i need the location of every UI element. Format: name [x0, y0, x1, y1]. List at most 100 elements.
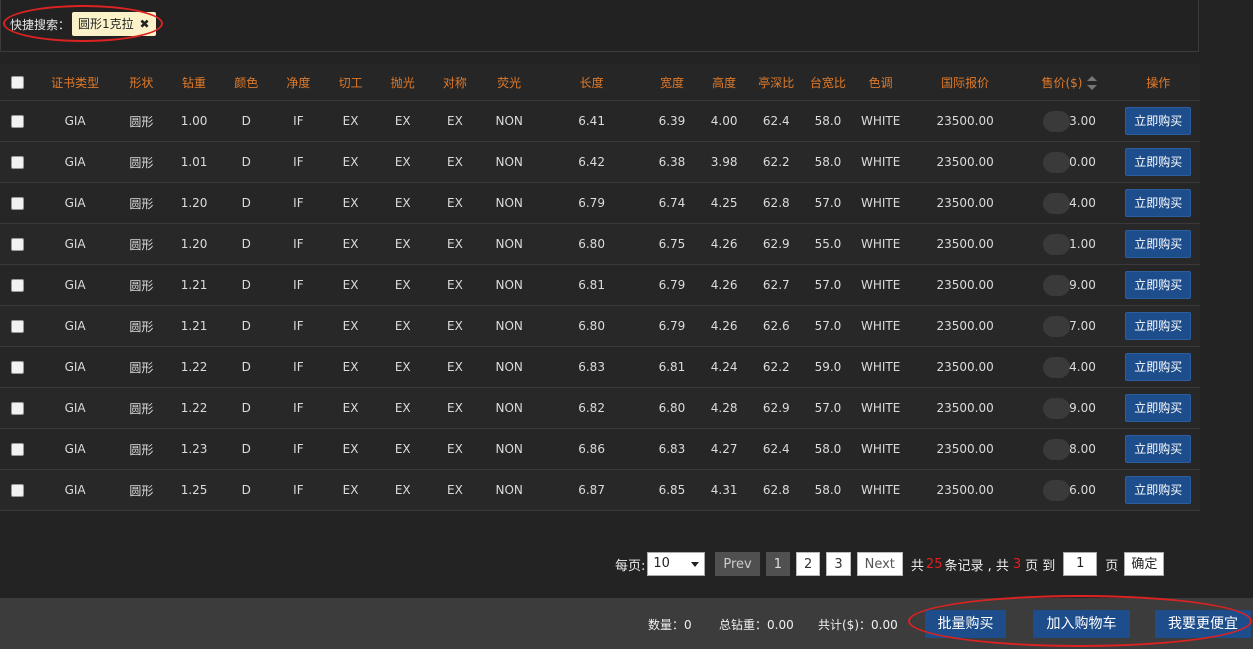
buy-now-button[interactable]: 立即购买 — [1125, 476, 1192, 504]
row-select-cell[interactable] — [0, 264, 36, 306]
header-intl-price[interactable]: 国际报价 — [907, 64, 1023, 101]
header-width[interactable]: 宽度 — [645, 64, 699, 101]
cell-cert: GIA — [35, 100, 115, 142]
confirm-button[interactable]: 确定 — [1124, 552, 1165, 576]
row-checkbox[interactable] — [11, 361, 25, 374]
row-select-cell[interactable] — [0, 100, 36, 142]
cell-cut: EX — [324, 264, 377, 306]
row-select-cell[interactable] — [0, 223, 36, 265]
page-unit: 页 — [1105, 558, 1119, 574]
cell-clarity: IF — [272, 223, 325, 265]
row-select-cell[interactable] — [0, 469, 36, 511]
cell-shape: 圆形 — [114, 305, 168, 347]
row-select-cell[interactable] — [0, 182, 36, 224]
row-checkbox[interactable] — [11, 279, 25, 292]
header-carat[interactable]: 钻重 — [167, 64, 221, 101]
buy-now-button[interactable]: 立即购买 — [1125, 312, 1192, 340]
prev-button[interactable]: Prev — [715, 552, 760, 576]
row-checkbox[interactable] — [11, 156, 25, 169]
row-checkbox[interactable] — [11, 443, 25, 456]
cell-height: 4.26 — [698, 264, 751, 306]
cell-polish: EX — [376, 305, 429, 347]
cell-width: 6.39 — [645, 100, 699, 142]
cell-table: 57.0 — [802, 182, 854, 224]
buy-now-button[interactable]: 立即购买 — [1125, 435, 1192, 463]
header-depth[interactable]: 亭深比 — [750, 64, 803, 101]
cell-symmetry: EX — [428, 264, 481, 306]
row-select-cell[interactable] — [0, 387, 36, 429]
cell-symmetry: EX — [428, 346, 481, 388]
cell-depth: 62.2 — [750, 346, 803, 388]
row-checkbox[interactable] — [11, 197, 25, 210]
header-clarity[interactable]: 净度 — [272, 64, 325, 101]
price-value: 9.00 — [1069, 400, 1096, 415]
goto-page-input[interactable]: 1 — [1063, 552, 1098, 576]
row-select-cell[interactable] — [0, 428, 36, 470]
page-button-2[interactable]: 2 — [796, 552, 821, 576]
cell-cert: GIA — [35, 223, 115, 265]
header-cut[interactable]: 切工 — [324, 64, 377, 101]
row-checkbox[interactable] — [11, 484, 25, 497]
table-row: GIA 圆形 1.22 D IF EX EX EX NON 6.83 6.81 4.24 62.2 59.… — [0, 346, 1200, 388]
table-row: GIA 圆形 1.21 D IF EX EX EX NON 6.81 6.79 4.26 62.7 57.… — [0, 264, 1200, 306]
total-records: 25 — [925, 556, 943, 572]
row-checkbox[interactable] — [11, 238, 25, 251]
total-pages: 3 — [1012, 556, 1022, 572]
page-button-3[interactable]: 3 — [826, 552, 851, 576]
row-select-cell[interactable] — [0, 346, 36, 388]
bulk-buy-button[interactable]: 批量购买 — [925, 610, 1006, 638]
cell-height: 4.27 — [698, 428, 751, 470]
buy-now-button[interactable]: 立即购买 — [1125, 189, 1192, 217]
buy-now-button[interactable]: 立即购买 — [1125, 230, 1192, 258]
price-redaction — [1043, 110, 1071, 132]
select-all-checkbox[interactable] — [11, 76, 25, 89]
cell-cert: GIA — [35, 305, 115, 347]
buy-now-button[interactable]: 立即购买 — [1125, 394, 1192, 422]
total-suffix: 页 到 — [1025, 558, 1056, 574]
header-symmetry[interactable]: 对称 — [428, 64, 481, 101]
header-length[interactable]: 长度 — [537, 64, 646, 101]
cell-polish: EX — [376, 387, 429, 429]
per-page-select[interactable]: 10 — [647, 552, 706, 576]
table-row: GIA 圆形 1.01 D IF EX EX EX NON 6.42 6.38 3.98 62.2 58.… — [0, 141, 1200, 183]
row-checkbox[interactable] — [11, 115, 25, 128]
row-checkbox[interactable] — [11, 320, 25, 333]
price-redaction — [1043, 192, 1071, 214]
header-color[interactable]: 颜色 — [220, 64, 273, 101]
buy-now-button[interactable]: 立即购买 — [1125, 353, 1192, 381]
header-cert[interactable]: 证书类型 — [35, 64, 115, 101]
cell-carat: 1.23 — [167, 428, 221, 470]
buy-now-button[interactable]: 立即购买 — [1125, 107, 1192, 135]
header-fluor[interactable]: 荧光 — [481, 64, 538, 101]
cell-cert: GIA — [35, 469, 115, 511]
row-select-cell[interactable] — [0, 305, 36, 347]
header-price-label: 售价($) — [1041, 75, 1083, 90]
header-price[interactable]: 售价($) — [1022, 64, 1117, 101]
close-icon[interactable]: ✖ — [139, 17, 149, 31]
pagination: 每页: 10 Prev 1 2 3 Next 共 25 条记录 , 共 3 页 … — [615, 551, 1165, 577]
page-button-1[interactable]: 1 — [765, 552, 791, 576]
cell-price: 8.00 — [1022, 428, 1117, 470]
header-polish[interactable]: 抛光 — [376, 64, 429, 101]
buy-now-button[interactable]: 立即购买 — [1125, 271, 1192, 299]
cell-shape: 圆形 — [114, 141, 168, 183]
cell-action: 立即购买 — [1116, 182, 1200, 224]
cell-shape: 圆形 — [114, 100, 168, 142]
header-height[interactable]: 高度 — [698, 64, 751, 101]
add-to-cart-button[interactable]: 加入购物车 — [1033, 610, 1130, 638]
header-shape[interactable]: 形状 — [114, 64, 168, 101]
next-button[interactable]: Next — [856, 552, 903, 576]
cell-length: 6.79 — [537, 182, 646, 224]
buy-now-button[interactable]: 立即购买 — [1125, 148, 1192, 176]
cell-clarity: IF — [272, 387, 325, 429]
price-redaction — [1043, 233, 1071, 255]
select-all-cell[interactable] — [0, 64, 36, 101]
quick-search-tag[interactable]: 圆形1克拉 ✖ — [72, 12, 156, 36]
row-checkbox[interactable] — [11, 402, 25, 415]
row-select-cell[interactable] — [0, 141, 36, 183]
header-tone[interactable]: 色调 — [853, 64, 908, 101]
cell-action: 立即购买 — [1116, 100, 1200, 142]
cheaper-button[interactable]: 我要更便宜 — [1155, 610, 1251, 638]
sort-icon[interactable] — [1087, 76, 1098, 90]
header-table[interactable]: 台宽比 — [802, 64, 854, 101]
